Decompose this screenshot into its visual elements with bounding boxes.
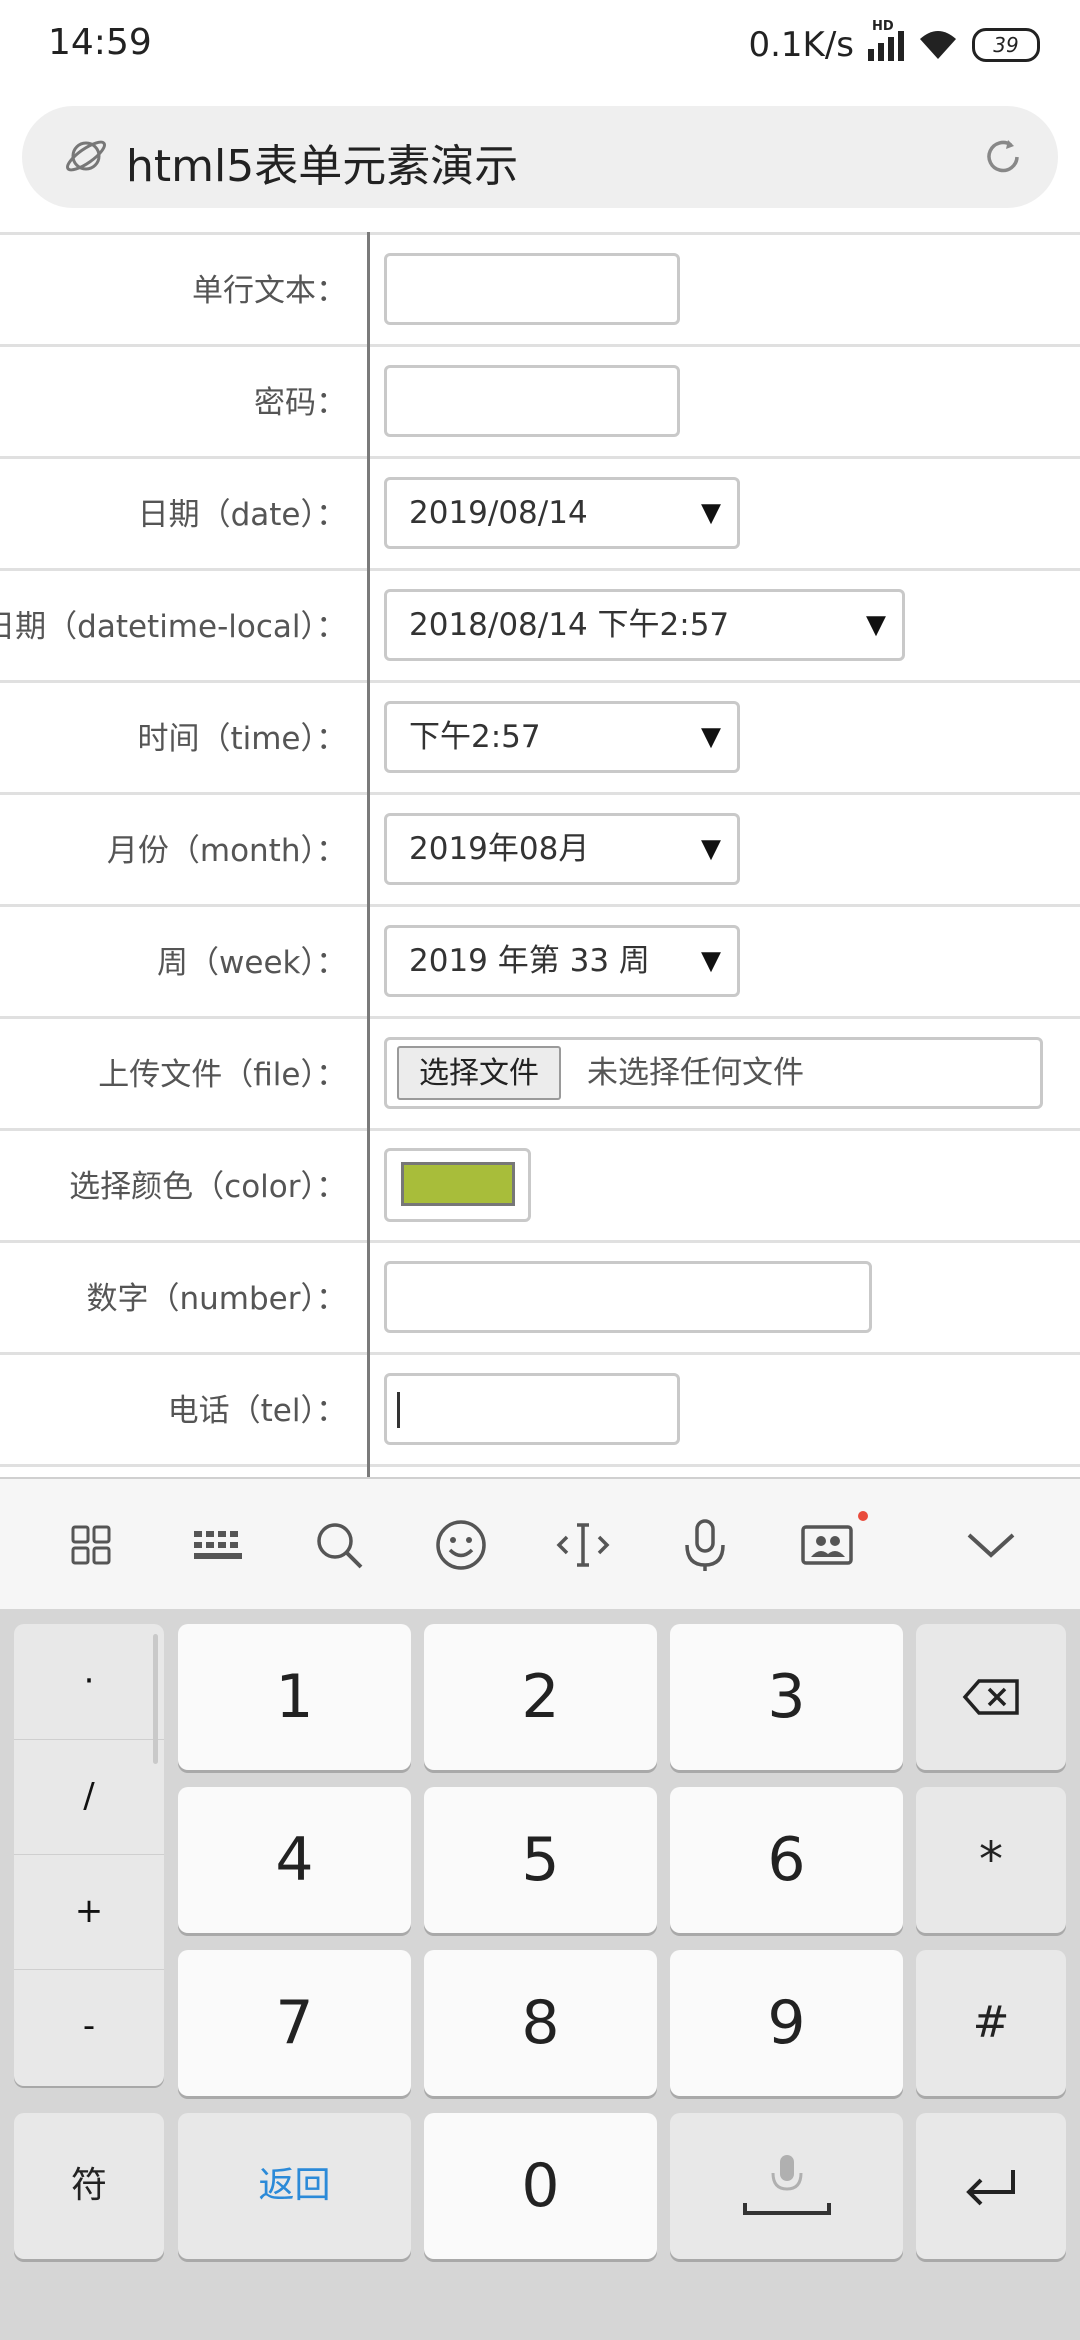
notification-dot bbox=[858, 1511, 868, 1521]
file-status-text: 未选择任何文件 bbox=[587, 1055, 804, 1091]
time-value: 下午2:57 bbox=[409, 719, 541, 755]
backspace-icon bbox=[962, 1679, 1019, 1715]
hd-label: HD bbox=[872, 19, 894, 34]
symbol-key-dot[interactable]: · bbox=[14, 1624, 164, 1740]
key-7[interactable]: 7 bbox=[178, 1950, 411, 2096]
text-caret bbox=[397, 1392, 400, 1428]
reload-icon[interactable] bbox=[980, 134, 1026, 180]
form-row-date: 日期（date）： 2019/08/14 ▼ bbox=[0, 456, 1080, 571]
symbol-key-slash[interactable]: / bbox=[14, 1739, 164, 1855]
symbol-key-plus[interactable]: + bbox=[14, 1854, 164, 1970]
key-2[interactable]: 2 bbox=[424, 1624, 657, 1770]
form-row-color: 选择颜色（color）： bbox=[0, 1128, 1080, 1243]
row-label: 月份（month）： bbox=[106, 833, 347, 869]
status-time: 14:59 bbox=[48, 22, 152, 63]
date-input[interactable]: 2019/08/14 ▼ bbox=[384, 477, 740, 549]
form-row-file: 上传文件（file）： 选择文件 未选择任何文件 bbox=[0, 1016, 1080, 1131]
file-input: 选择文件 未选择任何文件 bbox=[384, 1037, 1043, 1109]
search-icon[interactable] bbox=[309, 1515, 369, 1575]
key-3[interactable]: 3 bbox=[670, 1624, 903, 1770]
key-0[interactable]: 0 bbox=[424, 2113, 657, 2259]
dropdown-arrow-icon: ▼ bbox=[866, 610, 886, 640]
row-label: 日期（datetime-local）： bbox=[0, 609, 347, 645]
emoji-icon[interactable] bbox=[431, 1515, 491, 1575]
enter-icon bbox=[966, 2170, 1015, 2206]
week-value: 2019 年第 33 周 bbox=[409, 943, 650, 979]
wifi-icon bbox=[920, 31, 956, 59]
status-bar: 14:59 0.1K/s HD 39 bbox=[0, 0, 1080, 92]
dropdown-arrow-icon: ▼ bbox=[701, 722, 721, 752]
cursor-icon[interactable] bbox=[553, 1515, 613, 1575]
row-label: 上传文件（file）： bbox=[98, 1057, 347, 1093]
back-key[interactable]: 返回 bbox=[178, 2113, 411, 2259]
symbol-key-minus[interactable]: - bbox=[14, 1969, 164, 2084]
star-key[interactable]: * bbox=[916, 1787, 1066, 1933]
collapse-icon[interactable] bbox=[961, 1515, 1021, 1575]
form-row-datetime-local: 日期（datetime-local）： 2018/08/14 下午2:57 ▼ bbox=[0, 568, 1080, 683]
page-title: html5表单元素演示 bbox=[126, 141, 519, 192]
row-label: 单行文本： bbox=[192, 273, 347, 309]
tel-input[interactable] bbox=[384, 1373, 680, 1445]
datetime-value: 2018/08/14 下午2:57 bbox=[409, 607, 730, 643]
row-label: 选择颜色（color）： bbox=[69, 1169, 347, 1205]
form-row-time: 时间（time）： 下午2:57 ▼ bbox=[0, 680, 1080, 795]
row-label: 密码： bbox=[254, 385, 347, 421]
column-divider bbox=[367, 232, 370, 1477]
password-input[interactable] bbox=[384, 365, 680, 437]
key-6[interactable]: 6 bbox=[670, 1787, 903, 1933]
row-label: 数字（number）： bbox=[86, 1281, 348, 1317]
row-label: 时间（time）： bbox=[137, 721, 347, 757]
form-row-password: 密码： bbox=[0, 344, 1080, 459]
choose-file-button[interactable]: 选择文件 bbox=[397, 1046, 561, 1100]
form-row-month: 月份（month）： 2019年08月 ▼ bbox=[0, 792, 1080, 907]
time-input[interactable]: 下午2:57 ▼ bbox=[384, 701, 740, 773]
row-label: 电话（tel）： bbox=[167, 1393, 347, 1429]
dropdown-arrow-icon: ▼ bbox=[701, 834, 721, 864]
keyboard-toolbar bbox=[0, 1477, 1080, 1609]
row-label: 日期（date）： bbox=[137, 497, 347, 533]
color-input[interactable] bbox=[384, 1148, 531, 1222]
numeric-keyboard: · / + - 1 2 3 4 5 6 * 7 8 9 # 符 返回 0 bbox=[0, 1609, 1080, 2340]
symbol-scrollbar[interactable] bbox=[153, 1634, 158, 1764]
contact-card-icon[interactable] bbox=[797, 1515, 857, 1575]
form-row-tel: 电话（tel）： bbox=[0, 1352, 1080, 1467]
status-indicators: 0.1K/s HD 39 bbox=[748, 19, 1040, 70]
week-input[interactable]: 2019 年第 33 周 ▼ bbox=[384, 925, 740, 997]
text-input[interactable] bbox=[384, 253, 680, 325]
hash-key[interactable]: # bbox=[916, 1950, 1066, 2096]
symbol-column[interactable]: · / + - bbox=[14, 1624, 164, 2086]
dropdown-arrow-icon: ▼ bbox=[701, 498, 721, 528]
dropdown-arrow-icon: ▼ bbox=[701, 946, 721, 976]
form-row-partial bbox=[0, 1464, 1080, 1477]
enter-key[interactable] bbox=[916, 2113, 1066, 2259]
number-input[interactable] bbox=[384, 1261, 872, 1333]
key-8[interactable]: 8 bbox=[424, 1950, 657, 2096]
key-1[interactable]: 1 bbox=[178, 1624, 411, 1770]
battery-icon: 39 bbox=[972, 28, 1040, 62]
signal-icon: HD bbox=[868, 19, 904, 61]
date-value: 2019/08/14 bbox=[409, 495, 588, 531]
datetime-local-input[interactable]: 2018/08/14 下午2:57 ▼ bbox=[384, 589, 905, 661]
form-row-week: 周（week）： 2019 年第 33 周 ▼ bbox=[0, 904, 1080, 1019]
form-row-text: 单行文本： bbox=[0, 232, 1080, 347]
form-table: 单行文本： 密码： 日期（date）： 2019/08/14 ▼ 日期（date… bbox=[0, 232, 1080, 1477]
planet-icon bbox=[66, 140, 106, 172]
keyboard-layout-icon[interactable] bbox=[188, 1515, 248, 1575]
row-label: 周（week）： bbox=[157, 945, 347, 981]
space-mic-icon bbox=[742, 2155, 831, 2215]
space-key[interactable] bbox=[670, 2113, 903, 2259]
microphone-icon[interactable] bbox=[675, 1515, 735, 1575]
month-value: 2019年08月 bbox=[409, 831, 590, 867]
form-row-number: 数字（number）： bbox=[0, 1240, 1080, 1355]
color-swatch bbox=[401, 1162, 515, 1206]
network-speed: 0.1K/s bbox=[748, 25, 854, 65]
backspace-key[interactable] bbox=[916, 1624, 1066, 1770]
grid-icon[interactable] bbox=[61, 1515, 121, 1575]
month-input[interactable]: 2019年08月 ▼ bbox=[384, 813, 740, 885]
symbol-mode-key[interactable]: 符 bbox=[14, 2113, 164, 2259]
key-9[interactable]: 9 bbox=[670, 1950, 903, 2096]
address-bar[interactable]: html5表单元素演示 bbox=[22, 106, 1058, 208]
key-4[interactable]: 4 bbox=[178, 1787, 411, 1933]
key-5[interactable]: 5 bbox=[424, 1787, 657, 1933]
